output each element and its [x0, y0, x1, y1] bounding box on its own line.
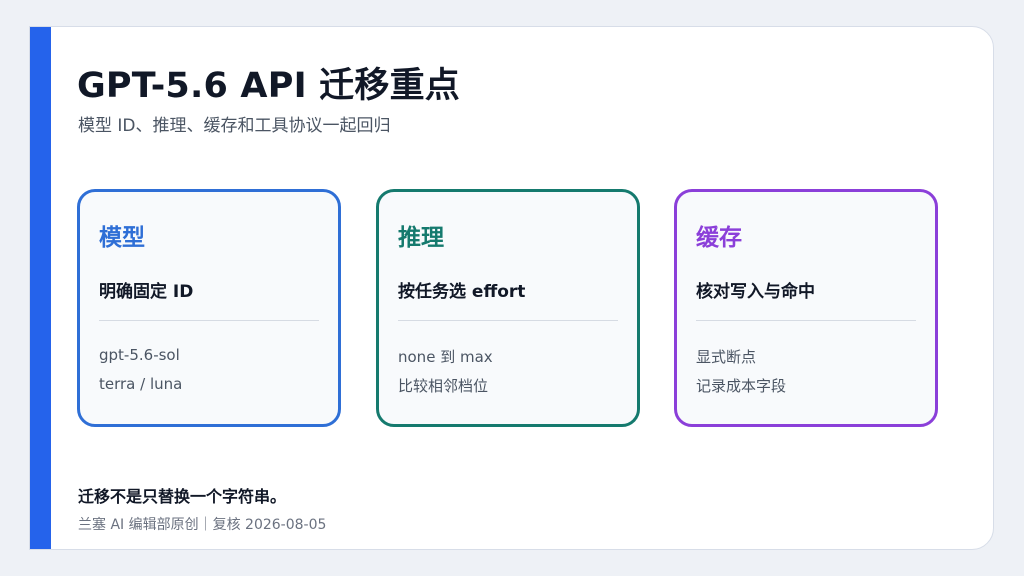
card-subheading: 明确固定 ID — [99, 282, 194, 302]
card-detail-line: terra / luna — [99, 375, 183, 393]
card-reasoning: 推理 按任务选 effort none 到 max 比较相邻档位 — [376, 189, 640, 427]
card-heading: 推理 — [398, 225, 444, 251]
footer-credit: 兰塞 AI 编辑部原创｜复核 2026-08-05 — [78, 517, 327, 533]
card-detail-line: gpt-5.6-sol — [99, 346, 180, 364]
card-model: 模型 明确固定 ID gpt-5.6-sol terra / luna — [77, 189, 341, 427]
accent-bar — [30, 27, 51, 549]
slide-title: GPT-5.6 API 迁移重点 — [77, 66, 460, 106]
card-detail-line: none 到 max — [398, 348, 493, 366]
card-cache: 缓存 核对写入与命中 显式断点 记录成本字段 — [674, 189, 938, 427]
card-detail-line: 记录成本字段 — [696, 377, 787, 395]
card-divider — [99, 320, 319, 321]
slide-subtitle: 模型 ID、推理、缓存和工具协议一起回归 — [78, 116, 391, 136]
card-heading: 模型 — [99, 225, 145, 251]
card-subheading: 核对写入与命中 — [696, 282, 815, 302]
card-detail-line: 比较相邻档位 — [398, 377, 489, 395]
card-detail-line: 显式断点 — [696, 348, 757, 366]
slide-panel: GPT-5.6 API 迁移重点 模型 ID、推理、缓存和工具协议一起回归 模型… — [29, 26, 994, 550]
footer-note: 迁移不是只替换一个字符串。 — [78, 487, 287, 506]
card-divider — [398, 320, 618, 321]
card-heading: 缓存 — [696, 225, 742, 251]
card-subheading: 按任务选 effort — [398, 282, 526, 302]
card-divider — [696, 320, 916, 321]
